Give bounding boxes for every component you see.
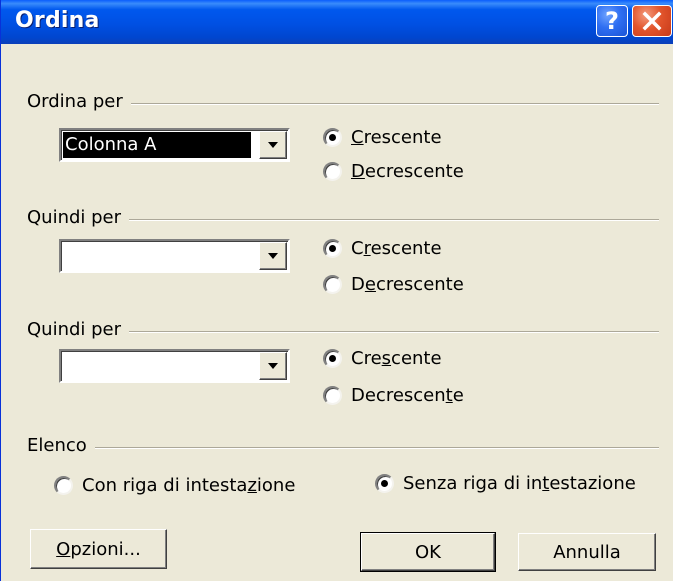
- radio-label: Decrescente: [351, 161, 464, 182]
- ok-button[interactable]: OK: [360, 532, 496, 572]
- sort-dialog: Ordina ? Ordina per Colonna A Crescente …: [0, 0, 673, 581]
- radio-label: Decrescente: [351, 385, 464, 406]
- chevron-down-icon: [268, 253, 278, 259]
- then-by-2-label: Quindi per: [27, 319, 130, 340]
- ok-button-label: OK: [415, 541, 441, 563]
- without-header-row-radio[interactable]: Senza riga di intestazione: [375, 473, 636, 494]
- help-icon: ?: [605, 7, 619, 35]
- then-by-1-label: Quindi per: [27, 207, 130, 228]
- close-icon: [642, 11, 662, 31]
- radio-label: Crescente: [351, 127, 442, 148]
- chevron-down-icon: [268, 363, 278, 369]
- sort-by-field-select[interactable]: Colonna A: [59, 128, 290, 162]
- chevron-down-icon: [268, 142, 278, 148]
- radio-circle: [375, 474, 394, 493]
- radio-label: Decrescente: [351, 274, 464, 295]
- then-by-2-dropdown-button[interactable]: [259, 352, 287, 380]
- sort-by-field-value: Colonna A: [63, 132, 251, 158]
- sort-by-dropdown-button[interactable]: [259, 131, 287, 159]
- radio-circle: [323, 128, 342, 147]
- radio-circle: [323, 275, 342, 294]
- list-label: Elenco: [27, 435, 95, 456]
- radio-circle: [323, 349, 342, 368]
- radio-circle: [323, 239, 342, 258]
- help-button[interactable]: ?: [596, 5, 628, 37]
- radio-circle: [323, 386, 342, 405]
- sort-by-label: Ordina per: [27, 91, 131, 112]
- cancel-button-label: Annulla: [553, 541, 621, 563]
- sort-by-ascending-radio[interactable]: Crescente: [323, 127, 442, 148]
- radio-label: Senza riga di intestazione: [403, 473, 636, 494]
- then-by-2-field-select[interactable]: [59, 349, 290, 383]
- then-by-2-ascending-radio[interactable]: Crescente: [323, 348, 442, 369]
- title-bar[interactable]: Ordina ?: [1, 0, 673, 44]
- then-by-2-field-value: [63, 353, 251, 379]
- with-header-row-radio[interactable]: Con riga di intestazione: [54, 475, 295, 496]
- then-by-1-descending-radio[interactable]: Decrescente: [323, 274, 464, 295]
- then-by-2-descending-radio[interactable]: Decrescente: [323, 385, 464, 406]
- radio-label: Con riga di intestazione: [82, 475, 296, 496]
- options-button[interactable]: Opzioni...: [30, 529, 167, 569]
- then-by-1-field-select[interactable]: [59, 239, 290, 273]
- radio-circle: [54, 476, 73, 495]
- dialog-title: Ordina: [15, 8, 100, 33]
- radio-label: Crescente: [351, 238, 442, 259]
- sort-by-descending-radio[interactable]: Decrescente: [323, 161, 464, 182]
- options-button-label: Opzioni...: [56, 538, 141, 560]
- close-button[interactable]: [632, 5, 672, 37]
- radio-circle: [323, 162, 342, 181]
- cancel-button[interactable]: Annulla: [518, 533, 656, 571]
- group-divider: [31, 447, 659, 449]
- then-by-1-field-value: [63, 243, 251, 269]
- then-by-1-dropdown-button[interactable]: [259, 242, 287, 270]
- then-by-1-ascending-radio[interactable]: Crescente: [323, 238, 442, 259]
- radio-label: Crescente: [351, 348, 442, 369]
